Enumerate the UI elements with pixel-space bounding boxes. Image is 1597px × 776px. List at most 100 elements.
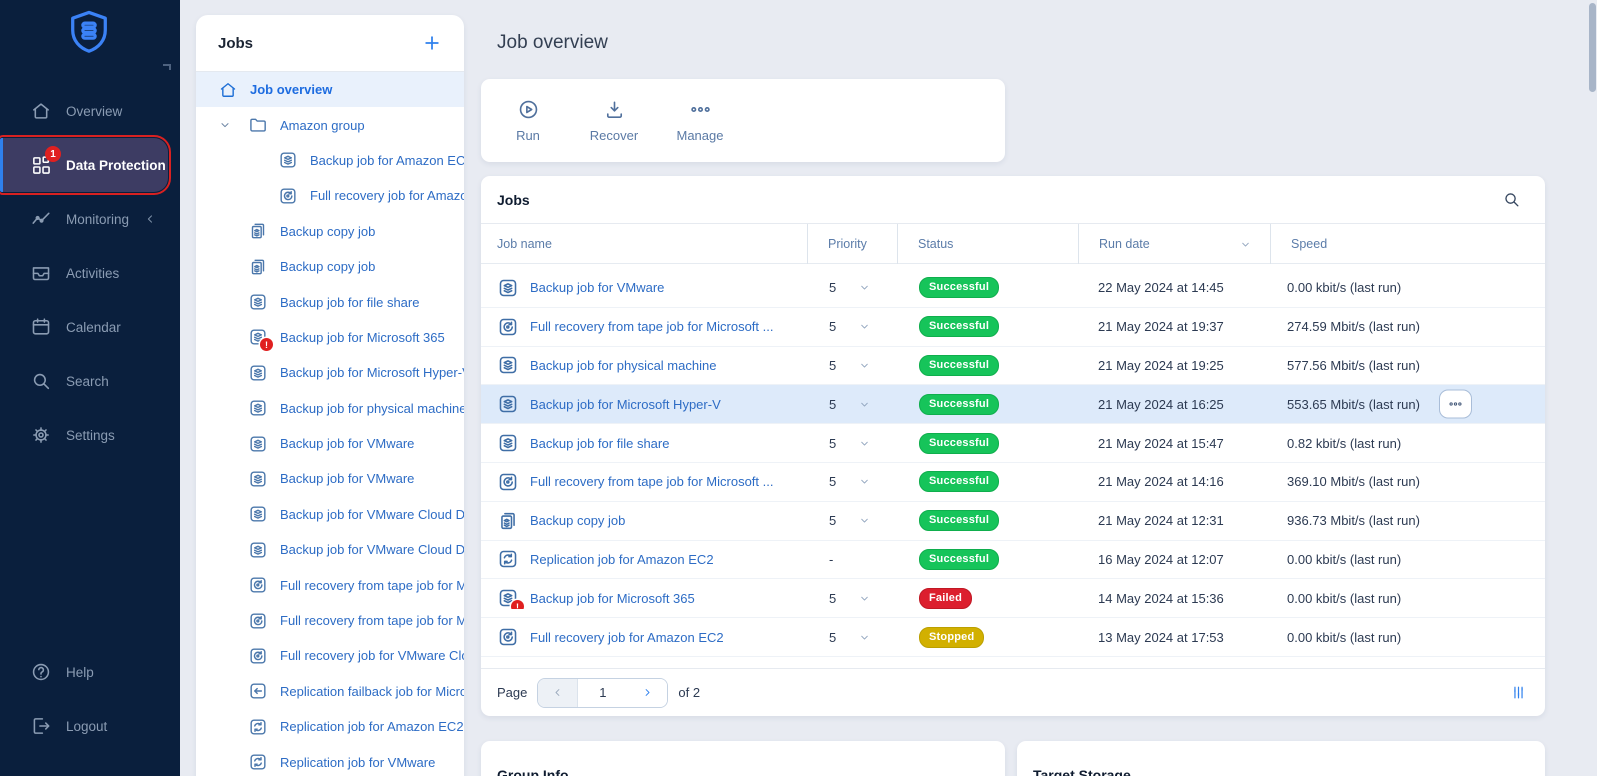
priority-dropdown-chevron[interactable]	[858, 631, 871, 644]
sidebar-item[interactable]: Logout	[0, 699, 180, 753]
home-icon	[218, 80, 238, 100]
tree-item[interactable]: Replication job for Amazon EC2	[196, 709, 464, 744]
backup-icon	[497, 393, 519, 415]
sidebar-item[interactable]: Search	[0, 354, 180, 408]
job-name-link[interactable]: Backup copy job	[530, 513, 625, 528]
job-name-link[interactable]: Backup job for file share	[530, 436, 669, 451]
expand-chevron-icon[interactable]	[218, 118, 232, 132]
copy-icon	[248, 221, 268, 241]
table-row[interactable]: Backup job for VMware 5 Successful 22 Ma…	[481, 269, 1545, 308]
tree-item-label: Amazon group	[280, 118, 365, 133]
table-row[interactable]: Backup job for Microsoft Hyper-V 5 Succe…	[481, 385, 1545, 424]
column-header-speed[interactable]: Speed	[1270, 224, 1545, 264]
column-header-run-date[interactable]: Run date	[1078, 224, 1270, 264]
priority-dropdown-chevron[interactable]	[858, 437, 871, 450]
search-icon[interactable]	[1502, 190, 1521, 209]
toolbar-button[interactable]: Recover	[571, 86, 657, 156]
speed: 0.82 kbit/s (last run)	[1270, 436, 1545, 451]
sidebar-item[interactable]: Help	[0, 645, 180, 699]
table-row[interactable]: Backup copy job 5 Successful 21 May 2024…	[481, 502, 1545, 541]
sidebar-item[interactable]: Activities	[0, 246, 180, 300]
job-name-link[interactable]: Backup job for physical machine	[530, 358, 716, 373]
priority-dropdown-chevron[interactable]	[858, 475, 871, 488]
table-row[interactable]: Backup job for physical machine 5 Succes…	[481, 347, 1545, 386]
job-name-link[interactable]: Replication job for Amazon EC2	[530, 552, 714, 567]
run-date: 16 May 2024 at 12:07	[1078, 552, 1270, 567]
tree-item[interactable]: Full recovery from tape job for Microsof…	[196, 603, 464, 638]
tree-item[interactable]: Backup job for VMware Cloud Director	[196, 532, 464, 567]
toolbar-button[interactable]: Manage	[657, 86, 743, 156]
job-name-link[interactable]: Backup job for Microsoft 365	[530, 591, 695, 606]
sidebar-item[interactable]: Calendar	[0, 300, 180, 354]
job-name-link[interactable]: Backup job for VMware	[530, 280, 664, 295]
tree-item[interactable]: Backup job for Microsoft Hyper-V	[196, 355, 464, 390]
row-actions-button[interactable]	[1439, 390, 1472, 419]
priority-dropdown-chevron[interactable]	[858, 398, 871, 411]
sidebar-item[interactable]: Monitoring	[0, 192, 180, 246]
table-row[interactable]: Full recovery job for Amazon EC2 5 Stopp…	[481, 618, 1545, 657]
tree-item[interactable]: Backup copy job	[196, 249, 464, 284]
page-number[interactable]: 1	[578, 679, 627, 707]
tree-item[interactable]: Replication failback job for Microsoft H…	[196, 674, 464, 709]
replication-icon	[248, 717, 268, 737]
sidebar-item[interactable]: 1 Data Protection	[0, 138, 168, 192]
column-header-job-name[interactable]: Job name	[481, 224, 807, 264]
status-badge: Successful	[919, 549, 999, 570]
tree-item[interactable]: Full recovery from tape job for Microsof…	[196, 567, 464, 602]
backup-icon	[248, 469, 268, 489]
job-name-link[interactable]: Backup job for Microsoft Hyper-V	[530, 397, 721, 412]
priority-value: 5	[829, 358, 836, 373]
tree-item[interactable]: Backup copy job	[196, 214, 464, 249]
status-badge: Successful	[919, 510, 999, 531]
tree-item[interactable]: Job overview	[196, 72, 464, 107]
sidebar-item[interactable]: Overview	[0, 84, 180, 138]
priority-dropdown-chevron[interactable]	[858, 281, 871, 294]
priority-dropdown-chevron[interactable]	[858, 359, 871, 372]
job-name-link[interactable]: Full recovery job for Amazon EC2	[530, 630, 724, 645]
tree-item[interactable]: Backup job for Amazon EC2	[196, 143, 464, 178]
toolbar-button[interactable]: Run	[485, 86, 571, 156]
group-info-title: Group Info	[497, 767, 989, 776]
prev-page-button[interactable]	[538, 679, 578, 707]
run-date: 13 May 2024 at 17:53	[1078, 630, 1270, 645]
priority-value: 5	[829, 630, 836, 645]
add-job-button[interactable]	[422, 33, 442, 53]
tree-item-label: Replication job for VMware	[280, 755, 435, 770]
table-body: Backup job for VMware 5 Successful 22 Ma…	[481, 264, 1545, 668]
tree-item[interactable]: Full recovery job for Amazon EC2	[196, 178, 464, 213]
sidebar-item[interactable]: Settings	[0, 408, 180, 462]
sort-chevron-icon[interactable]	[1239, 238, 1252, 251]
column-settings-icon[interactable]	[1510, 684, 1527, 701]
tree-item[interactable]: Amazon group	[196, 107, 464, 142]
tree-item[interactable]: Full recovery job for VMware Cloud Direc…	[196, 638, 464, 673]
priority-dropdown-chevron[interactable]	[858, 592, 871, 605]
table-row[interactable]: !Backup job for Microsoft 365 5 Failed 1…	[481, 579, 1545, 618]
scrollbar-thumb[interactable]	[1589, 3, 1596, 92]
tree-item[interactable]: Backup job for file share	[196, 284, 464, 319]
recovery-icon	[248, 611, 268, 631]
tree-item[interactable]: Backup job for VMware	[196, 461, 464, 496]
priority-dropdown-chevron[interactable]	[858, 320, 871, 333]
tree-item[interactable]: Backup job for VMware	[196, 426, 464, 461]
column-header-status[interactable]: Status	[897, 224, 1078, 264]
column-header-priority[interactable]: Priority	[807, 224, 897, 264]
jobs-panel-title: Jobs	[218, 35, 253, 52]
tree-item[interactable]: Replication job for VMware	[196, 744, 464, 776]
table-row[interactable]: Full recovery from tape job for Microsof…	[481, 308, 1545, 347]
table-row[interactable]: Full recovery from tape job for Microsof…	[481, 463, 1545, 502]
job-name-link[interactable]: Full recovery from tape job for Microsof…	[530, 474, 773, 489]
job-name-link[interactable]: Full recovery from tape job for Microsof…	[530, 319, 773, 334]
tree-item[interactable]: Backup job for physical machine	[196, 391, 464, 426]
table-row[interactable]: Replication job for Amazon EC2 - Success…	[481, 541, 1545, 580]
run-date: 22 May 2024 at 14:45	[1078, 280, 1270, 295]
tree-item[interactable]: Backup job for VMware Cloud Director	[196, 497, 464, 532]
run-date: 21 May 2024 at 19:25	[1078, 358, 1270, 373]
table-row[interactable]: Backup job for file share 5 Successful 2…	[481, 424, 1545, 463]
speed: 0.00 kbit/s (last run)	[1270, 280, 1545, 295]
next-page-button[interactable]	[627, 679, 667, 707]
recovery-icon	[248, 646, 268, 666]
priority-dropdown-chevron[interactable]	[858, 514, 871, 527]
tree-item[interactable]: ! Backup job for Microsoft 365	[196, 320, 464, 355]
tree-item-label: Full recovery job for VMware Cloud Direc…	[280, 648, 464, 663]
collapse-chevron-icon[interactable]	[143, 212, 157, 226]
